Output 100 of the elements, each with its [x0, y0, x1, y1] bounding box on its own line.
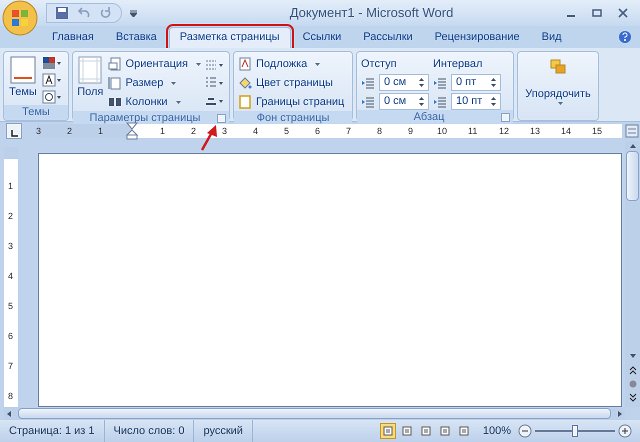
previous-page-icon[interactable]	[628, 365, 638, 376]
spin-arrows-icon	[491, 78, 496, 88]
ribbon-tab[interactable]: Разметка страницы	[168, 26, 291, 48]
ruler-number: 7	[8, 361, 14, 372]
theme-effects-icon[interactable]	[42, 90, 62, 104]
spin-arrows-icon	[419, 78, 424, 88]
spinner-field[interactable]: 0 см	[379, 74, 429, 92]
page-icon	[238, 57, 252, 72]
page-icon	[108, 76, 122, 90]
group-label: Параметры страницы	[90, 110, 200, 126]
themes-icon	[10, 56, 36, 84]
ruler-number: 5	[284, 125, 290, 138]
caret-icon	[196, 62, 201, 66]
scroll-thumb[interactable]	[18, 408, 611, 420]
view-mode-button[interactable]	[380, 423, 396, 439]
ribbon-tab[interactable]: Ссылки	[292, 26, 352, 48]
page-view-icon	[382, 426, 393, 436]
tab-stop-icon	[10, 130, 18, 138]
save-icon[interactable]	[55, 6, 69, 20]
spin-arrows-icon	[491, 97, 496, 106]
line-spacing-icon	[433, 96, 447, 108]
ruler-number: 6	[8, 331, 14, 342]
ribbon-command[interactable]: Размер	[108, 74, 201, 92]
status-text: Число слов: 0	[104, 420, 194, 442]
group-label: Абзац	[414, 110, 444, 126]
ruler-number: 9	[408, 125, 414, 138]
breaks-icon[interactable]	[205, 58, 225, 71]
themes-button[interactable]: Темы	[8, 56, 38, 105]
tab-selector-button[interactable]	[6, 123, 22, 140]
status-text: русский	[194, 420, 253, 442]
next-page-icon[interactable]	[628, 393, 638, 404]
spinner-value: 0 см	[384, 75, 408, 90]
section-label: Интервал	[433, 56, 484, 72]
ribbon-command[interactable]: Подложка	[238, 56, 344, 73]
close-icon[interactable]	[618, 8, 628, 18]
caret-icon	[315, 62, 320, 66]
arrange-button[interactable]: Упорядочить	[522, 56, 594, 120]
ruler-number: 3	[36, 125, 42, 138]
ribbon-command[interactable]: Цвет страницы	[238, 74, 344, 92]
ribbon-command[interactable]: Колонки	[108, 94, 201, 111]
paint-bucket-icon	[238, 76, 252, 90]
spin-arrows-icon	[419, 97, 424, 106]
page-view-icon	[420, 426, 431, 436]
theme-colors-icon[interactable]	[42, 56, 62, 70]
window-title: Документ1 - Microsoft Word	[288, 4, 454, 22]
arrange-icon	[548, 58, 568, 76]
ribbon-tab[interactable]: Главная	[42, 26, 104, 48]
ruler-number: 14	[561, 125, 572, 138]
page-icon	[108, 57, 122, 72]
ruler-number: 1	[160, 125, 166, 138]
margins-button[interactable]: Поля	[77, 56, 104, 111]
help-icon[interactable]	[618, 30, 632, 44]
ribbon-tab[interactable]: Вставка	[106, 26, 167, 48]
group-label: Темы	[22, 104, 50, 120]
zoom-thumb[interactable]	[572, 425, 578, 437]
zoom-out-icon[interactable]	[518, 424, 532, 438]
ruler-number: 7	[346, 125, 352, 138]
spinner-field[interactable]: 0 см	[379, 93, 429, 110]
ruler-number: 1	[8, 181, 14, 192]
group-label: Фон страницы	[256, 110, 330, 126]
ruler-number: 4	[253, 125, 258, 138]
ruler-number: 2	[8, 211, 14, 222]
scroll-thumb[interactable]	[626, 151, 639, 202]
ribbon-tab[interactable]: Вид	[532, 26, 572, 48]
ribbon-command[interactable]: Ориентация	[108, 56, 201, 73]
page-view-icon	[440, 426, 450, 436]
ruler-number: 2	[191, 125, 196, 138]
maximize-icon[interactable]	[592, 8, 602, 18]
zoom-in-icon[interactable]	[618, 424, 632, 438]
caret-icon	[176, 100, 181, 104]
ruler-number: 8	[8, 391, 14, 402]
indent-icon	[361, 96, 375, 108]
spinner-field[interactable]: 0 пт	[451, 74, 501, 92]
ruler-number: 6	[315, 125, 320, 138]
page-margins-icon	[78, 56, 102, 84]
status-text: Страница: 1 из 1	[0, 420, 105, 442]
line-spacing-icon	[433, 76, 447, 89]
ruler-number: 15	[592, 125, 602, 138]
spinner-field[interactable]: 10 пт	[451, 93, 501, 110]
spinner-value: 10 пт	[456, 94, 484, 110]
spinner-value: 0 пт	[456, 75, 478, 90]
view-ruler-icon[interactable]	[625, 124, 639, 138]
caret-icon	[171, 82, 176, 85]
ribbon-command[interactable]: Границы страниц	[238, 94, 344, 111]
customize-caret-icon[interactable]	[130, 10, 137, 16]
ruler-number: 1	[98, 125, 104, 138]
caret-icon	[558, 102, 562, 106]
ruler-number: 4	[8, 271, 14, 282]
ruler-number: 11	[468, 125, 478, 138]
line-numbers-icon[interactable]	[205, 76, 225, 89]
theme-fonts-icon[interactable]	[42, 72, 62, 87]
ruler-number: 8	[377, 125, 382, 138]
ribbon-tab[interactable]: Рецензирование	[424, 26, 530, 48]
ruler-number: 3	[222, 125, 228, 138]
ruler-number: 12	[499, 125, 510, 138]
indent-marker-icon[interactable]	[126, 122, 138, 140]
ruler-number: 2	[67, 125, 72, 138]
page-view-icon	[402, 426, 412, 436]
spinner-value: 0 см	[384, 94, 408, 110]
ribbon-tab[interactable]: Рассылки	[353, 26, 423, 48]
